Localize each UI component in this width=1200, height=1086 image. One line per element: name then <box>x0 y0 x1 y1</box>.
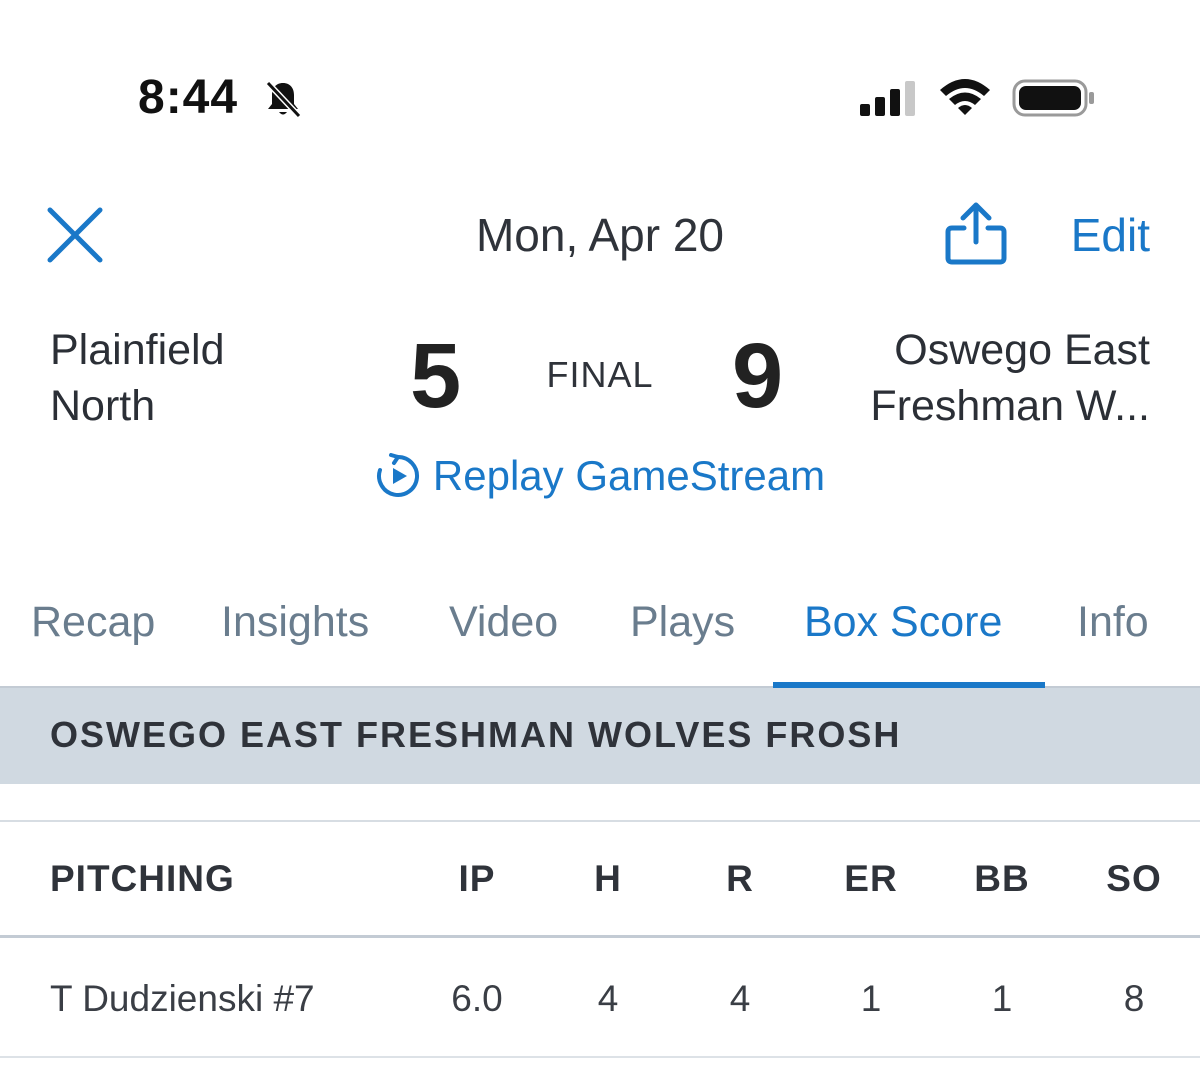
section-title: OSWEGO EAST FRESHMAN WOLVES FROSH <box>50 714 902 755</box>
player-name[interactable]: T Dudzienski #7 <box>50 978 315 1020</box>
tab-bar: Recap Insights Video Plays Box Score Inf… <box>0 586 1200 688</box>
wifi-icon <box>940 79 990 115</box>
tab-video[interactable]: Video <box>449 598 558 647</box>
pitching-table-header: PITCHING IP H R ER BB SO <box>0 822 1200 938</box>
bell-slash-icon <box>265 80 302 119</box>
replay-icon <box>376 453 419 497</box>
tab-insights[interactable]: Insights <box>221 598 369 647</box>
stat-er: 1 <box>860 978 882 1019</box>
replay-gamestream-link[interactable]: Replay GameStream <box>0 452 1200 500</box>
share-icon[interactable] <box>944 200 1008 268</box>
replay-label: Replay GameStream <box>432 452 826 499</box>
table-row[interactable]: T Dudzienski #7 6.0 4 4 1 1 8 <box>0 940 1200 1058</box>
away-score: 9 <box>732 325 784 427</box>
column-header-pitching[interactable]: PITCHING <box>50 858 235 900</box>
away-team-line-2: Freshman W... <box>870 382 1150 430</box>
tab-plays[interactable]: Plays <box>630 598 735 647</box>
team-section-header: OSWEGO EAST FRESHMAN WOLVES FROSH <box>0 688 1200 784</box>
tab-info[interactable]: Info <box>1077 598 1149 647</box>
column-header-bb[interactable]: BB <box>952 858 1052 900</box>
battery-icon <box>1012 79 1094 117</box>
away-team-name[interactable]: Oswego East Freshman W... <box>870 322 1150 434</box>
edit-button[interactable]: Edit <box>1071 208 1150 262</box>
away-team-line-1: Oswego East <box>894 326 1150 374</box>
column-header-h[interactable]: H <box>558 858 658 900</box>
stat-so: 8 <box>1123 978 1145 1019</box>
stat-h: 4 <box>597 978 619 1019</box>
stat-bb: 1 <box>991 978 1013 1019</box>
tab-recap[interactable]: Recap <box>31 598 155 647</box>
stat-r: 4 <box>729 978 751 1019</box>
stat-ip: 6.0 <box>451 978 503 1019</box>
column-header-so[interactable]: SO <box>1084 858 1184 900</box>
tab-box-score[interactable]: Box Score <box>804 598 1002 647</box>
signal-icon <box>860 81 915 116</box>
page-title: Mon, Apr 20 <box>475 209 725 261</box>
column-header-ip[interactable]: IP <box>427 858 527 900</box>
column-header-er[interactable]: ER <box>821 858 921 900</box>
status-time: 8:44 <box>138 71 239 124</box>
column-header-r[interactable]: R <box>690 858 790 900</box>
